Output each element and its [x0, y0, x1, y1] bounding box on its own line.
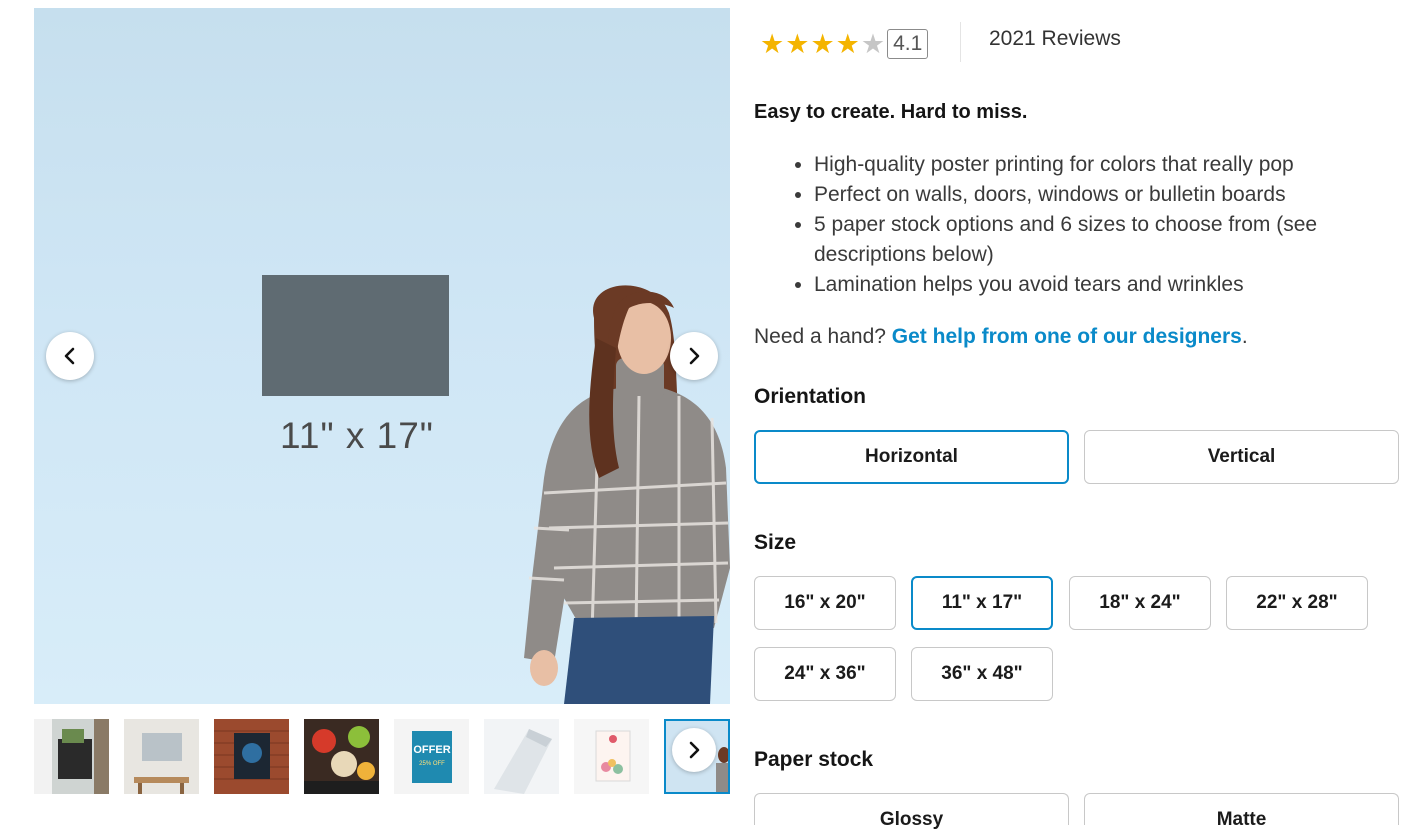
chevron-right-icon — [689, 347, 700, 365]
thumbnail-storefront-image — [34, 719, 109, 794]
product-image: 11" x 17" — [34, 8, 730, 704]
product-headline: Easy to create. Hard to miss. — [754, 101, 1028, 123]
paper-option-glossy-label: Glossy — [879, 809, 944, 830]
thumbnail-offer-poster-image: OFFER 25% OFF — [394, 719, 469, 794]
thumbnail-brick-wall[interactable] — [214, 719, 289, 794]
poster-preview — [262, 275, 449, 396]
star-filled-icon: ★ — [785, 28, 810, 60]
thumbnail-rolled-poster[interactable] — [484, 719, 559, 794]
size-option-16x20[interactable]: 16" x 20" — [754, 576, 896, 630]
offer-discount-text: 25% OFF — [419, 761, 445, 767]
size-label: Size — [754, 531, 797, 554]
paper-stock-label: Paper stock — [754, 748, 874, 771]
help-prefix: Need a hand? — [754, 325, 892, 348]
star-filled-icon: ★ — [760, 28, 785, 60]
size-option-22x28[interactable]: 22" x 28" — [1226, 576, 1368, 630]
thumbnail-office-wall[interactable] — [124, 719, 199, 794]
size-option-36x48[interactable]: 36" x 48" — [911, 647, 1053, 701]
thumbnail-strip: OFFER 25% OFF — [34, 718, 730, 800]
thumbnail-floral-poster-image — [574, 719, 649, 794]
feature-item: High-quality poster printing for colors … — [814, 150, 1409, 180]
size-option-24x36[interactable]: 24" x 36" — [754, 647, 896, 701]
thumbnail-food-poster-image — [304, 719, 379, 794]
paper-option-glossy[interactable]: Glossy — [754, 793, 1069, 830]
orientation-option-horizontal[interactable]: Horizontal — [754, 430, 1069, 484]
thumbnail-floral-poster[interactable] — [574, 719, 649, 794]
offer-title-text: OFFER — [413, 744, 450, 756]
feature-list: High-quality poster printing for colors … — [794, 150, 1409, 300]
star-filled-icon: ★ — [835, 28, 860, 60]
thumbnails-next-button[interactable] — [672, 728, 716, 772]
feature-item: 5 paper stock options and 6 sizes to cho… — [814, 210, 1409, 270]
size-option-18x24[interactable]: 18" x 24" — [1069, 576, 1211, 630]
gallery-next-button[interactable] — [670, 332, 718, 380]
thumbnail-brick-wall-image — [214, 719, 289, 794]
rating-divider — [960, 22, 961, 62]
thumbnail-rolled-poster-image — [484, 719, 559, 794]
review-count-link[interactable]: 2021 Reviews — [989, 27, 1121, 51]
chevron-left-icon — [64, 347, 75, 365]
orientation-option-vertical[interactable]: Vertical — [1084, 430, 1399, 484]
star-rating: ★ ★ ★ ★ ★ — [760, 31, 885, 58]
thumbnail-storefront[interactable] — [34, 719, 109, 794]
paper-option-matte-label: Matte — [1216, 809, 1267, 830]
rating-summary[interactable]: ★ ★ ★ ★ ★ 4.1 — [760, 24, 929, 64]
chevron-right-icon — [689, 741, 700, 759]
help-suffix: . — [1241, 325, 1248, 348]
star-filled-icon: ★ — [810, 28, 835, 60]
feature-item: Lamination helps you avoid tears and wri… — [814, 270, 1409, 300]
thumbnail-food-poster[interactable] — [304, 719, 379, 794]
gallery-prev-button[interactable] — [46, 332, 94, 380]
design-help: Need a hand? Get help from one of our de… — [754, 325, 1248, 349]
feature-item: Perfect on walls, doors, windows or bull… — [814, 180, 1409, 210]
orientation-label: Orientation — [754, 385, 867, 408]
size-option-11x17[interactable]: 11" x 17" — [911, 576, 1053, 630]
designer-help-link[interactable]: Get help from one of our designers — [892, 325, 1242, 348]
thumbnail-offer-poster[interactable]: OFFER 25% OFF — [394, 719, 469, 794]
thumbnail-office-wall-image — [124, 719, 199, 794]
poster-size-label: 11" x 17" — [280, 415, 434, 456]
paper-option-matte[interactable]: Matte — [1084, 793, 1399, 830]
star-empty-icon: ★ — [860, 28, 886, 60]
rating-value: 4.1 — [887, 29, 929, 59]
